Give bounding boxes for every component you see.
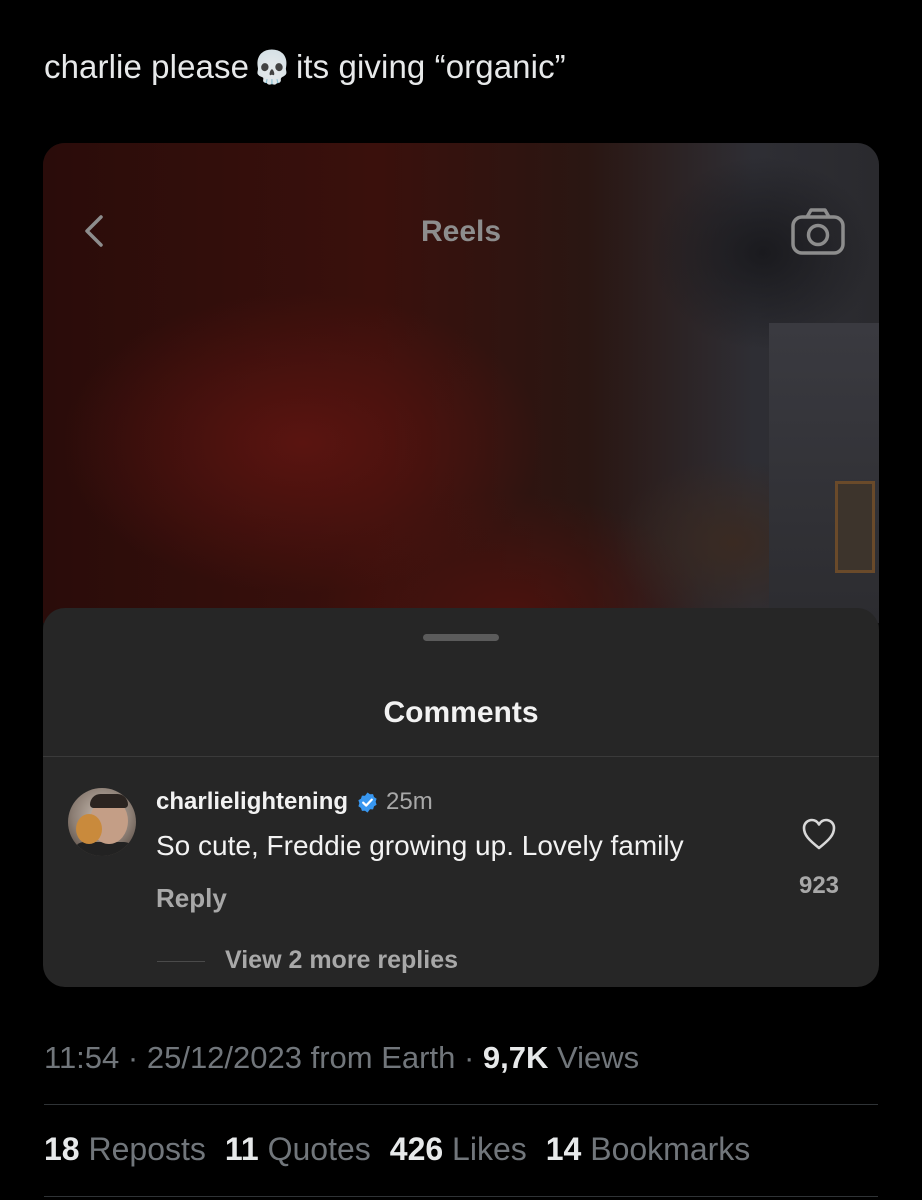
camera-icon[interactable]: [789, 207, 847, 257]
background-wall: [769, 323, 879, 623]
likes-label: Likes: [452, 1131, 527, 1167]
view-more-replies-button[interactable]: View 2 more replies: [225, 946, 458, 975]
comments-title: Comments: [383, 696, 539, 729]
quotes-stat[interactable]: 11 Quotes: [225, 1131, 371, 1168]
reposts-count: 18: [44, 1131, 80, 1167]
bookmarks-count: 14: [545, 1131, 582, 1167]
tweet-source: from Earth: [310, 1040, 456, 1075]
verified-badge-icon: [358, 791, 377, 813]
reply-button[interactable]: Reply: [156, 883, 227, 914]
tweet-time[interactable]: 11:54: [44, 1040, 119, 1075]
picture-frame: [835, 481, 875, 573]
comment-text: So cute, Freddie growing up. Lovely fami…: [156, 830, 684, 861]
divider: [44, 1104, 878, 1105]
replies-divider: [157, 961, 205, 962]
views-label: Views: [557, 1040, 640, 1075]
engagement-stats: 18 Reposts 11 Quotes 426 Likes 14 Bookma…: [44, 1131, 750, 1168]
tweet-date[interactable]: 25/12/2023: [147, 1040, 302, 1075]
reposts-label: Reposts: [88, 1131, 206, 1167]
heart-icon[interactable]: [801, 817, 837, 851]
tweet-text-part2: its giving “organic”: [295, 48, 566, 85]
comment-time: 25m: [386, 788, 433, 815]
separator-dot: ·: [127, 1040, 147, 1075]
comment-header: charlielightening 25m: [156, 788, 433, 816]
divider: [43, 756, 879, 757]
attached-screenshot[interactable]: Reels Comments charlielightening 25m So …: [43, 143, 879, 987]
bookmarks-stat[interactable]: 14 Bookmarks: [546, 1131, 751, 1168]
reposts-stat[interactable]: 18 Reposts: [44, 1131, 206, 1168]
views-count: 9,7K: [482, 1040, 549, 1075]
tweet-text-part1: charlie please: [44, 48, 250, 85]
likes-count: 426: [389, 1131, 444, 1167]
bookmarks-label: Bookmarks: [590, 1131, 751, 1167]
tweet-meta: 11:54 · 25/12/2023 from Earth · 9,7K Vie…: [44, 1040, 639, 1076]
quotes-count: 11: [224, 1131, 259, 1167]
comment-like-count: 923: [798, 872, 840, 899]
tweet-text: charlie please 💀 its giving “organic”: [44, 48, 566, 86]
likes-stat[interactable]: 426 Likes: [390, 1131, 527, 1168]
skull-emoji-icon: 💀: [252, 49, 292, 85]
quotes-label: Quotes: [267, 1131, 371, 1167]
comment-username[interactable]: charlielightening: [156, 788, 348, 816]
reels-title: Reels: [420, 215, 502, 248]
sheet-drag-handle[interactable]: [423, 634, 499, 641]
avatar[interactable]: [68, 788, 136, 856]
divider: [44, 1196, 878, 1197]
comments-sheet: Comments charlielightening 25m So cute, …: [43, 608, 879, 987]
separator-dot: ·: [463, 1040, 483, 1075]
